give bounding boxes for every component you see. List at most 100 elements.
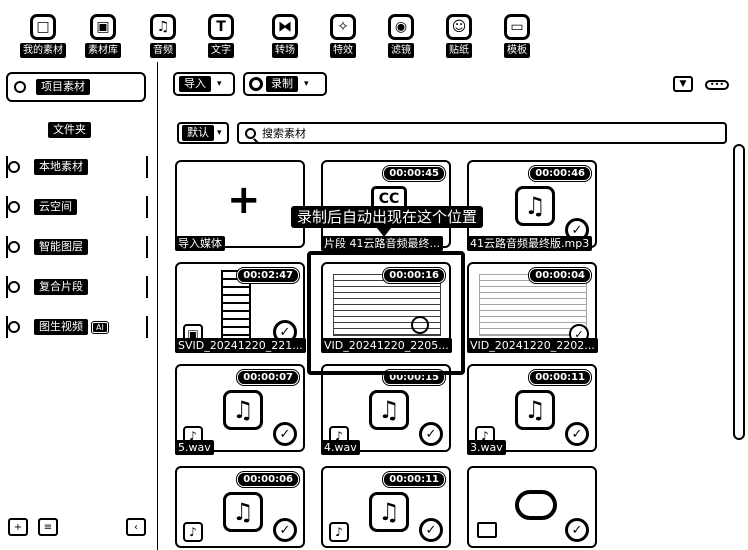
transition-icon: ⧓ (272, 14, 298, 40)
tab-label: 转场 (272, 43, 298, 58)
sidebar-item-cloud[interactable]: 云空间 (6, 196, 148, 218)
media-card[interactable]: 00:00:11 ♫ ♪ ✓ (321, 466, 451, 548)
sidebar-item-label: 复合片段 (34, 279, 88, 295)
tab-sticker[interactable]: ☺ 贴纸 (436, 14, 482, 60)
check-icon: ✓ (273, 518, 297, 542)
tooltip-arrow (377, 228, 391, 237)
filter-funnel-icon[interactable]: ▼ (673, 76, 693, 92)
media-card[interactable]: 00:00:04 ✓ (467, 262, 597, 350)
import-button[interactable]: 导入 ▾ (173, 72, 235, 96)
sidebar-item-label: 云空间 (34, 199, 77, 215)
record-label: 录制 (266, 76, 298, 92)
bracket (144, 236, 148, 258)
media-card[interactable]: 00:00:46 ♫ ✓ (467, 160, 597, 248)
media-card[interactable]: 00:00:07 ♫ ♪ ✓ (175, 364, 305, 452)
sidebar-bottom-bar: + ≡ ‹ (8, 518, 148, 540)
audio-type-icon: ♪ (183, 522, 203, 542)
new-folder-icon[interactable]: + (8, 518, 28, 536)
ai-badge: AI (91, 320, 109, 334)
chevron-down-icon: ▾ (304, 79, 309, 89)
music-note-icon: ♫ (369, 390, 409, 430)
tab-label: 我的素材 (20, 43, 66, 58)
duration-badge: 00:00:11 (528, 369, 592, 386)
audio-type-icon: ♪ (329, 522, 349, 542)
sidebar: 项目素材 文件夹 本地素材 云空间 智能图层 复合片段 图生视频 AI + ≡ … (0, 62, 158, 550)
tab-label: 滤镜 (388, 43, 414, 58)
sidebar-item-label: 本地素材 (34, 159, 88, 175)
sidebar-item-compound-clip[interactable]: 复合片段 (6, 276, 148, 298)
duration-badge: 00:00:04 (528, 267, 592, 284)
chevron-down-icon: ▾ (217, 128, 222, 138)
tab-audio[interactable]: ♫ 音频 (140, 14, 186, 60)
bracket (144, 156, 148, 178)
media-card[interactable]: ✓ (467, 466, 597, 548)
search-input[interactable] (262, 125, 702, 141)
media-caption: 41云路音频最终版.mp3 (467, 236, 593, 251)
music-note-icon: ♫ (515, 186, 555, 226)
sticker-icon: ☺ (446, 14, 472, 40)
chevron-down-icon: ▾ (217, 79, 222, 89)
duration-badge: 00:02:47 (236, 267, 300, 284)
bracket (6, 236, 10, 258)
check-icon: ✓ (419, 518, 443, 542)
music-note-icon: ♫ (369, 492, 409, 532)
sidebar-item-image-to-video[interactable]: 图生视频 AI (6, 316, 148, 338)
search-icon (245, 127, 256, 139)
duration-badge: 00:00:46 (528, 165, 592, 182)
check-icon: ✓ (419, 422, 443, 446)
bracket (144, 276, 148, 298)
tab-label: 贴纸 (446, 43, 472, 58)
folder-icon: □ (30, 14, 56, 40)
more-options-icon[interactable]: ••• (705, 80, 729, 90)
duration-badge: 00:00:06 (236, 471, 300, 488)
media-card[interactable]: 00:00:15 ♫ ♪ ✓ (321, 364, 451, 452)
sidebar-item-local-media[interactable]: 本地素材 (6, 156, 148, 178)
bracket (6, 156, 10, 178)
gear-icon (14, 81, 26, 93)
bracket (6, 316, 10, 338)
sort-dropdown[interactable]: 默认 ▾ (177, 122, 229, 144)
check-icon: ✓ (565, 518, 589, 542)
tab-my-media[interactable]: □ 我的素材 (20, 14, 66, 60)
media-card[interactable]: 00:00:06 ♫ ♪ ✓ (175, 466, 305, 548)
tab-template[interactable]: ▭ 模板 (494, 14, 540, 60)
import-label: 导入 (179, 76, 211, 92)
check-icon: ✓ (273, 422, 297, 446)
selection-highlight (307, 251, 465, 375)
scrollbar[interactable] (733, 144, 745, 440)
media-caption: 4.wav (321, 440, 360, 455)
cloud-icon (515, 490, 557, 520)
tab-library[interactable]: ▣ 素材库 (80, 14, 126, 60)
duration-badge: 00:00:07 (236, 369, 300, 386)
media-panel: 导入 ▾ 录制 ▾ ▼ ••• 默认 ▾ + 导入媒体 00:00:45 CC … (159, 62, 748, 550)
collapse-panel-icon[interactable]: ‹ (126, 518, 146, 536)
music-note-icon: ♫ (223, 390, 263, 430)
tab-transition[interactable]: ⧓ 转场 (262, 14, 308, 60)
media-card[interactable]: 00:02:47 ▣ ✓ (175, 262, 305, 350)
media-caption: 片段 41云路音频最终... (321, 236, 443, 251)
tab-filter[interactable]: ◉ 滤镜 (378, 14, 424, 60)
sidebar-item-label: 图生视频 (34, 319, 88, 335)
recording-tooltip: 录制后自动出现在这个位置 (291, 206, 484, 228)
bracket (6, 196, 10, 218)
tab-label: 特效 (330, 43, 356, 58)
sort-label: 默认 (182, 125, 214, 141)
media-caption: SVID_20241220_221... (175, 338, 306, 353)
import-media-card[interactable]: + (175, 160, 305, 248)
bracket (6, 276, 10, 298)
media-card[interactable]: 00:00:11 ♫ ♪ ✓ (467, 364, 597, 452)
sidebar-item-label: 智能图层 (34, 239, 88, 255)
tab-text[interactable]: T 文字 (198, 14, 244, 60)
text-icon: T (208, 14, 234, 40)
plus-icon: + (227, 177, 261, 223)
record-icon (249, 77, 263, 91)
top-toolbar: □ 我的素材 ▣ 素材库 ♫ 音频 T 文字 ⧓ 转场 ✧ 特效 ◉ 滤镜 ☺ … (0, 0, 748, 62)
effects-icon: ✧ (330, 14, 356, 40)
manage-icon[interactable]: ≡ (38, 518, 58, 536)
sidebar-item-smart-layer[interactable]: 智能图层 (6, 236, 148, 258)
tab-effects[interactable]: ✧ 特效 (320, 14, 366, 60)
sidebar-item-project-media[interactable]: 项目素材 (6, 72, 146, 102)
search-bar[interactable] (237, 122, 727, 144)
media-caption: 5.wav (175, 440, 214, 455)
record-button[interactable]: 录制 ▾ (243, 72, 327, 96)
